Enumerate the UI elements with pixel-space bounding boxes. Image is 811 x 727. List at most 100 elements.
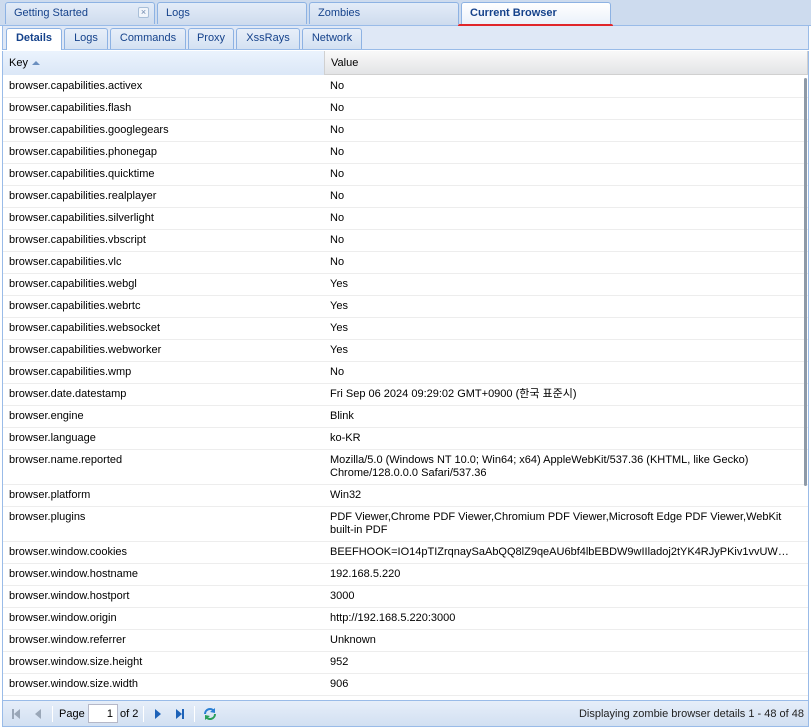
toolbar-separator	[143, 706, 144, 722]
value-cell: No	[330, 234, 345, 246]
value-cell: No	[330, 190, 345, 202]
refresh-icon[interactable]	[202, 706, 218, 722]
subtab-network[interactable]: Network	[302, 28, 362, 49]
subtab-label: Commands	[119, 32, 177, 44]
table-row[interactable]: browser.capabilities.wmp No	[3, 362, 808, 384]
table-row[interactable]: browser.capabilities.quicktime No	[3, 164, 808, 186]
key-cell: browser.capabilities.silverlight	[9, 212, 154, 224]
details-grid: Key Value browser.capabilities.activex No…	[2, 51, 809, 700]
subtab-label: Logs	[74, 32, 98, 44]
key-cell: browser.capabilities.webworker	[9, 344, 162, 356]
tab-getting-started[interactable]: Getting Started ×	[5, 2, 155, 24]
paging-toolbar: Page of 2 Displaying zombie browser deta…	[2, 700, 809, 727]
key-cell: browser.capabilities.webrtc	[9, 300, 141, 312]
subtab-label: XssRays	[246, 32, 290, 44]
subtab-label: Proxy	[196, 32, 226, 44]
table-row[interactable]: browser.plugins PDF Viewer,Chrome PDF Vie…	[3, 507, 808, 542]
value-cell: Yes	[330, 278, 348, 290]
prev-page-icon[interactable]	[30, 706, 46, 722]
table-row[interactable]: browser.date.datestamp Fri Sep 06 2024 09…	[3, 384, 808, 406]
table-row[interactable]: browser.name.reported Mozilla/5.0 (Window…	[3, 450, 808, 485]
key-cell: browser.capabilities.activex	[9, 80, 143, 92]
first-page-icon[interactable]	[8, 706, 24, 722]
column-header-value[interactable]: Value	[325, 51, 808, 75]
key-cell: browser.capabilities.phonegap	[9, 146, 157, 158]
table-row[interactable]: browser.capabilities.realplayer No	[3, 186, 808, 208]
table-row[interactable]: browser.capabilities.webrtc Yes	[3, 296, 808, 318]
page-label: Page	[59, 708, 85, 720]
table-row[interactable]: browser.capabilities.phonegap No	[3, 142, 808, 164]
value-cell: Fri Sep 06 2024 09:29:02 GMT+0900 (한국 표준…	[330, 388, 577, 400]
table-row[interactable]: browser.window.cookies BEEFHOOK=IO14pTIZr…	[3, 542, 808, 564]
tab-label: Getting Started	[14, 7, 88, 19]
grid-header: Key Value	[3, 51, 808, 75]
value-cell: PDF Viewer,Chrome PDF Viewer,Chromium PD…	[330, 511, 782, 536]
vertical-scrollbar[interactable]	[804, 78, 807, 486]
table-row[interactable]: browser.capabilities.webgl Yes	[3, 274, 808, 296]
key-cell: browser.window.hostport	[9, 590, 130, 602]
table-row[interactable]: browser.window.origin http://192.168.5.22…	[3, 608, 808, 630]
key-cell: browser.capabilities.quicktime	[9, 168, 155, 180]
close-icon[interactable]: ×	[138, 7, 149, 18]
table-row[interactable]: browser.window.size.height 952	[3, 652, 808, 674]
tab-zombies[interactable]: Zombies	[309, 2, 459, 24]
subtab-xssrays[interactable]: XssRays	[236, 28, 300, 49]
value-cell: 952	[330, 656, 349, 668]
value-cell: http://192.168.5.220:3000	[330, 612, 456, 624]
subtab-proxy[interactable]: Proxy	[188, 28, 234, 49]
value-cell: Yes	[330, 322, 348, 334]
value-cell: No	[330, 80, 345, 92]
table-row[interactable]: browser.window.referrer Unknown	[3, 630, 808, 652]
key-cell: browser.capabilities.googlegears	[9, 124, 169, 136]
value-cell: No	[330, 168, 345, 180]
table-row[interactable]: browser.window.size.width 906	[3, 674, 808, 696]
table-row[interactable]: browser.capabilities.flash No	[3, 98, 808, 120]
table-row[interactable]: browser.capabilities.googlegears No	[3, 120, 808, 142]
value-cell: Unknown	[330, 634, 376, 646]
key-cell: browser.name.reported	[9, 454, 123, 466]
paging-display-message: Displaying zombie browser details 1 - 48…	[578, 708, 804, 720]
value-cell: 192.168.5.220	[330, 568, 401, 580]
tab-label: Current Browser	[470, 7, 557, 19]
table-row[interactable]: browser.capabilities.silverlight No	[3, 208, 808, 230]
key-cell: browser.date.datestamp	[9, 388, 127, 400]
key-cell: browser.language	[9, 432, 96, 444]
value-cell: No	[330, 124, 345, 136]
next-page-icon[interactable]	[150, 706, 166, 722]
table-row[interactable]: browser.window.hostport 3000	[3, 586, 808, 608]
key-cell: browser.capabilities.vlc	[9, 256, 122, 268]
key-cell: browser.capabilities.wmp	[9, 366, 132, 378]
value-cell: Win32	[330, 489, 362, 501]
table-row[interactable]: browser.capabilities.vbscript No	[3, 230, 808, 252]
table-row[interactable]: browser.window.hostname 192.168.5.220	[3, 564, 808, 586]
table-row[interactable]: browser.capabilities.activex No	[3, 76, 808, 98]
key-cell: browser.window.origin	[9, 612, 117, 624]
value-cell: No	[330, 146, 345, 158]
page-number-input[interactable]	[88, 704, 118, 723]
last-page-icon[interactable]	[172, 706, 188, 722]
table-row[interactable]: browser.capabilities.vlc No	[3, 252, 808, 274]
sub-tab-strip: Details Logs Commands Proxy XssRays Netw…	[2, 26, 809, 50]
value-cell: BEEFHOOK=IO14pTIZrqnaySaAbQQ8lZ9qeAU6bf4…	[330, 546, 796, 558]
key-cell: browser.engine	[9, 410, 84, 422]
tab-current-browser[interactable]: Current Browser	[461, 2, 611, 26]
subtab-commands[interactable]: Commands	[110, 28, 186, 49]
value-cell: No	[330, 102, 345, 114]
subtab-details[interactable]: Details	[6, 28, 62, 50]
value-cell: 906	[330, 678, 349, 690]
column-label: Key	[9, 57, 28, 69]
column-header-key[interactable]: Key	[3, 51, 325, 75]
table-row[interactable]: browser.capabilities.websocket Yes	[3, 318, 808, 340]
table-row[interactable]: browser.capabilities.webworker Yes	[3, 340, 808, 362]
value-cell: Yes	[330, 300, 348, 312]
table-row[interactable]: browser.platform Win32	[3, 485, 808, 507]
top-tab-strip: Getting Started × Logs Zombies Current B…	[0, 0, 811, 26]
tab-logs[interactable]: Logs	[157, 2, 307, 24]
table-row[interactable]: browser.language ko-KR	[3, 428, 808, 450]
value-cell: No	[330, 212, 345, 224]
table-row[interactable]: browser.engine Blink	[3, 406, 808, 428]
toolbar-separator	[194, 706, 195, 722]
subtab-logs[interactable]: Logs	[64, 28, 108, 49]
key-cell: browser.window.cookies	[9, 546, 128, 558]
key-cell: browser.window.size.height	[9, 656, 143, 668]
